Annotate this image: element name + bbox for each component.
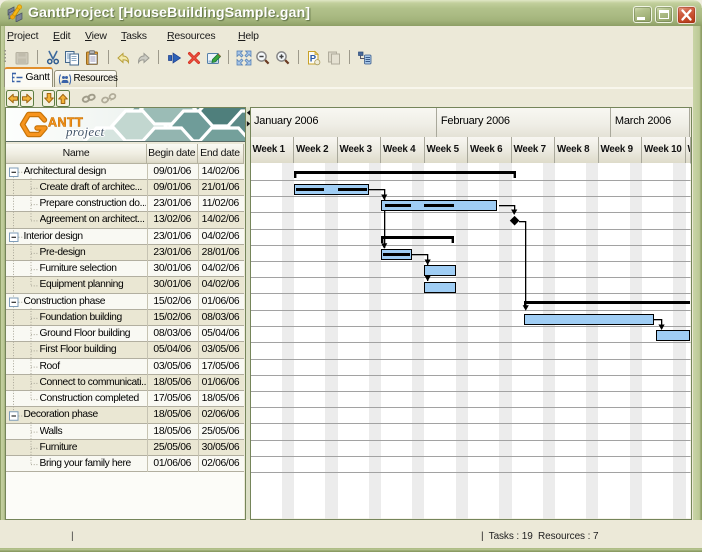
svg-text:project: project	[65, 124, 105, 139]
